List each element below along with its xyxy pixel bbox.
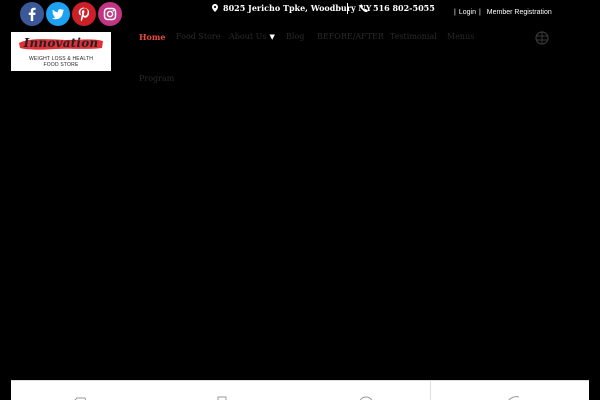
contact-divider	[347, 3, 348, 14]
features-panel	[11, 380, 589, 400]
main-nav: Home Food Store About Us ▼ Blog BEFORE/AF…	[139, 32, 539, 92]
scale-icon	[74, 397, 87, 400]
clock-icon	[359, 396, 373, 400]
facebook-icon[interactable]	[20, 2, 44, 26]
site-logo[interactable]: Innovation WEIGHT LOSS & HEALTH FOOD STO…	[11, 32, 111, 71]
nav-item-menus[interactable]: Menus	[447, 32, 474, 41]
nav-item-about-us-label: About Us	[229, 32, 267, 41]
phone-icon	[359, 4, 368, 14]
nav-item-food-store[interactable]: Food Store	[176, 32, 220, 41]
nav-item-program[interactable]: Program	[139, 74, 174, 83]
leaf-icon	[508, 396, 520, 400]
account-links: | Login | Member Registration	[451, 9, 552, 16]
nav-item-blog[interactable]: Blog	[286, 32, 304, 41]
location-pin-icon	[212, 4, 218, 14]
instagram-icon[interactable]	[98, 2, 122, 26]
nav-item-home[interactable]: Home	[139, 32, 165, 42]
panel-divider	[430, 381, 431, 400]
account-separator: |	[454, 9, 456, 16]
twitter-icon[interactable]	[46, 2, 70, 26]
member-registration-link[interactable]: Member Registration	[487, 9, 552, 16]
phone[interactable]: 516 802-5055	[359, 3, 435, 14]
account-separator: |	[478, 9, 481, 16]
login-link[interactable]: Login	[459, 9, 476, 16]
logo-script: Innovation	[23, 36, 99, 50]
nav-item-testimonial[interactable]: Testimonial	[390, 32, 437, 41]
chevron-down-icon: ▼	[269, 33, 275, 41]
logo-tagline-2: FOOD STORE	[43, 62, 79, 68]
nav-item-before-after[interactable]: BEFORE/AFTER	[317, 32, 384, 41]
cart-icon[interactable]	[534, 30, 550, 46]
pinterest-icon[interactable]	[72, 2, 96, 26]
phone-text: 516 802-5055	[373, 3, 435, 13]
address-text: 8025 Jericho Tpke, Woodbury NY	[223, 3, 372, 13]
nav-item-about-us[interactable]: About Us ▼	[229, 32, 275, 41]
jar-icon	[217, 396, 227, 400]
